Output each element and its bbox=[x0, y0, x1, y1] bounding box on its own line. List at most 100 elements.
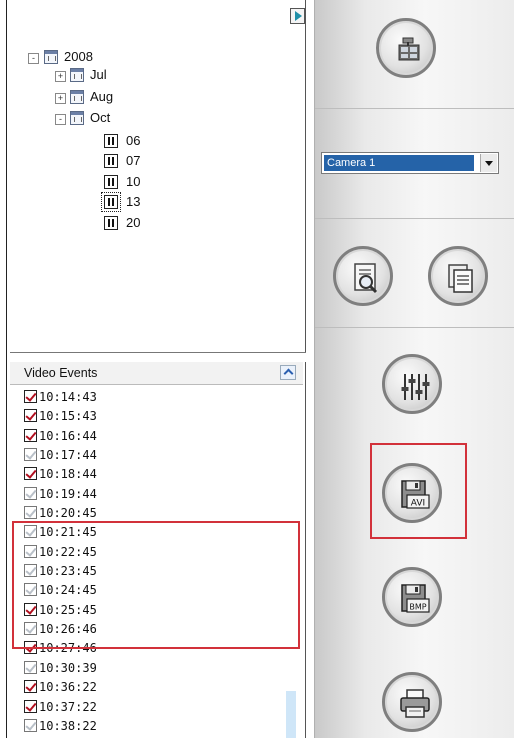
event-row[interactable]: 10:18:44 bbox=[24, 465, 274, 484]
day-icon bbox=[101, 192, 121, 212]
event-list-scrollbar[interactable] bbox=[282, 386, 300, 738]
checkmark-icon bbox=[25, 390, 37, 402]
event-checkbox[interactable] bbox=[24, 467, 37, 481]
camera-selected-value: Camera 1 bbox=[324, 155, 474, 171]
checkmark-icon bbox=[25, 564, 37, 576]
save-avi-button[interactable]: AVI bbox=[382, 463, 442, 523]
event-row[interactable]: 10:21:45 bbox=[24, 523, 274, 542]
event-checkbox[interactable] bbox=[24, 583, 37, 597]
left-edge-border bbox=[6, 0, 7, 738]
event-checkbox[interactable] bbox=[24, 486, 37, 500]
tree-day-10[interactable]: 10 bbox=[126, 173, 140, 191]
event-checkbox[interactable] bbox=[24, 544, 37, 558]
event-time: 10:24:45 bbox=[39, 583, 97, 598]
event-checkbox[interactable] bbox=[24, 428, 37, 442]
event-checkbox[interactable] bbox=[24, 718, 37, 732]
checkmark-icon bbox=[25, 448, 37, 460]
windows-copy-icon bbox=[448, 264, 473, 293]
event-time: 10:23:45 bbox=[39, 564, 97, 579]
month-aug-expand-toggle[interactable]: + bbox=[55, 93, 66, 104]
event-time: 10:20:45 bbox=[39, 506, 97, 521]
layout-tools-button[interactable] bbox=[376, 18, 436, 78]
chevron-down-icon[interactable] bbox=[480, 154, 497, 172]
video-events-header: Video Events bbox=[10, 362, 303, 385]
avi-label: AVI bbox=[411, 499, 425, 509]
event-checkbox[interactable] bbox=[24, 390, 37, 403]
event-row[interactable]: 10:37:22 bbox=[24, 698, 274, 717]
day-icon bbox=[104, 175, 118, 189]
tree-month-jul[interactable]: Jul bbox=[90, 66, 107, 84]
event-time: 10:21:45 bbox=[39, 525, 97, 540]
tree-day-13[interactable]: 13 bbox=[126, 193, 140, 211]
expand-right-icon bbox=[295, 11, 302, 21]
expand-panel-button[interactable] bbox=[290, 8, 305, 24]
event-row[interactable]: 10:20:45 bbox=[24, 504, 274, 523]
tree-day-20[interactable]: 20 bbox=[126, 214, 140, 232]
video-events-panel: Video Events 10:14:43 10:15:43 10:16:44 10:… bbox=[10, 362, 306, 738]
tree-month-aug[interactable]: Aug bbox=[90, 88, 113, 106]
event-row[interactable]: 10:24:45 bbox=[24, 581, 274, 600]
checkmark-icon bbox=[25, 699, 37, 712]
checkmark-icon bbox=[25, 719, 37, 731]
year-collapse-toggle[interactable]: - bbox=[28, 53, 39, 64]
event-time: 10:30:39 bbox=[39, 660, 97, 675]
bmp-label: BMP bbox=[409, 603, 426, 612]
event-checkbox[interactable] bbox=[24, 641, 37, 655]
event-checkbox[interactable] bbox=[24, 699, 37, 713]
camera-select[interactable]: Camera 1 bbox=[321, 152, 499, 174]
left-pane: - 2008 + Jul + Aug - Oct 06 07 10 13 20 … bbox=[0, 0, 306, 738]
event-time: 10:27:46 bbox=[39, 641, 97, 656]
event-row[interactable]: 10:19:44 bbox=[24, 485, 274, 504]
event-time: 10:22:45 bbox=[39, 544, 97, 559]
event-checkbox[interactable] bbox=[24, 660, 37, 674]
tree-day-07[interactable]: 07 bbox=[126, 152, 140, 170]
collapse-events-button[interactable] bbox=[280, 365, 296, 380]
event-checkbox[interactable] bbox=[24, 409, 37, 423]
event-time: 10:19:44 bbox=[39, 486, 97, 501]
event-checkbox[interactable] bbox=[24, 564, 37, 578]
event-row[interactable]: 10:16:44 bbox=[24, 427, 274, 446]
scrollbar-thumb[interactable] bbox=[286, 691, 296, 738]
event-time: 10:37:22 bbox=[39, 699, 97, 714]
event-time: 10:15:43 bbox=[39, 409, 97, 424]
event-checkbox[interactable] bbox=[24, 680, 37, 694]
month-jul-expand-toggle[interactable]: + bbox=[55, 71, 66, 82]
checkmark-icon bbox=[25, 486, 37, 499]
event-checkbox[interactable] bbox=[24, 506, 37, 520]
tree-day-06[interactable]: 06 bbox=[126, 132, 140, 150]
event-row[interactable]: 10:14:43 bbox=[24, 388, 274, 407]
tree-year-2008[interactable]: 2008 bbox=[64, 48, 93, 66]
event-list: 10:14:43 10:15:43 10:16:44 10:17:44 10:18:44… bbox=[24, 388, 274, 736]
event-row[interactable]: 10:15:43 bbox=[24, 407, 274, 426]
month-calendar-icon bbox=[70, 111, 84, 125]
event-row[interactable]: 10:17:44 bbox=[24, 446, 274, 465]
print-button[interactable] bbox=[382, 672, 442, 732]
month-oct-collapse-toggle[interactable]: - bbox=[55, 114, 66, 125]
event-row[interactable]: 10:36:22 bbox=[24, 678, 274, 697]
search-button[interactable] bbox=[333, 246, 393, 306]
tree-month-oct[interactable]: Oct bbox=[90, 109, 110, 127]
windows-button[interactable] bbox=[428, 246, 488, 306]
event-time: 10:18:44 bbox=[39, 467, 97, 482]
event-row[interactable]: 10:25:45 bbox=[24, 601, 274, 620]
day-icon bbox=[104, 154, 118, 168]
event-row[interactable]: 10:30:39 bbox=[24, 659, 274, 678]
checkmark-icon bbox=[25, 603, 37, 615]
event-checkbox[interactable] bbox=[24, 525, 37, 539]
save-bmp-button[interactable]: BMP bbox=[382, 567, 442, 627]
event-checkbox[interactable] bbox=[24, 622, 37, 636]
event-time: 10:38:22 bbox=[39, 718, 97, 733]
event-row[interactable]: 10:26:46 bbox=[24, 620, 274, 639]
checkmark-icon bbox=[25, 409, 37, 422]
event-row[interactable]: 10:38:22 bbox=[24, 717, 274, 736]
divider bbox=[315, 108, 514, 109]
event-row[interactable]: 10:22:45 bbox=[24, 543, 274, 562]
day-icon bbox=[104, 216, 118, 230]
event-row[interactable]: 10:23:45 bbox=[24, 562, 274, 581]
event-checkbox[interactable] bbox=[24, 602, 37, 616]
month-calendar-icon bbox=[70, 90, 84, 104]
event-row[interactable]: 10:27:46 bbox=[24, 639, 274, 658]
event-checkbox[interactable] bbox=[24, 448, 37, 462]
settings-button[interactable] bbox=[382, 354, 442, 414]
checkmark-icon bbox=[25, 661, 37, 673]
